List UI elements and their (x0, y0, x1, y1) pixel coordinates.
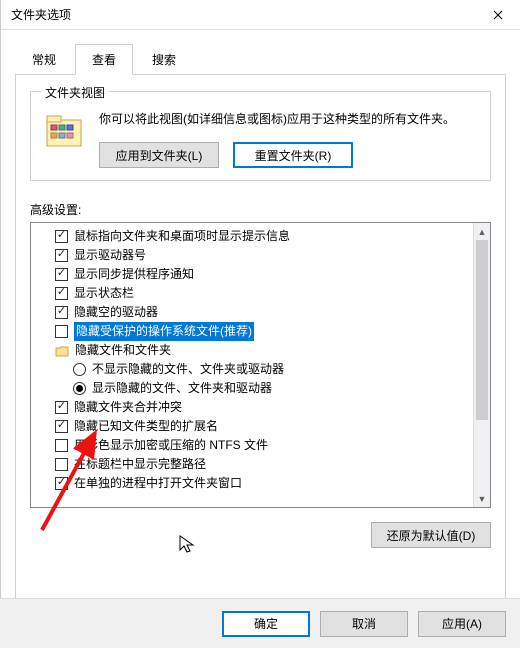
list-item[interactable]: 不显示隐藏的文件、文件夹或驱动器 (73, 360, 473, 379)
list-item-label: 用彩色显示加密或压缩的 NTFS 文件 (74, 436, 268, 455)
scroll-thumb[interactable] (476, 240, 488, 420)
list-item[interactable]: 隐藏文件夹合并冲突 (55, 398, 473, 417)
checkbox-icon[interactable] (55, 268, 68, 281)
list-item-label: 鼠标指向文件夹和桌面项时显示提示信息 (74, 227, 290, 246)
folder-views-text: 你可以将此视图(如详细信息或图标)应用于这种类型的所有文件夹。 (99, 110, 478, 128)
folder-icon (55, 344, 69, 358)
close-button[interactable] (475, 0, 520, 30)
checkbox-icon[interactable] (55, 420, 68, 433)
checkbox-icon[interactable] (55, 306, 68, 319)
list-item-label: 显示隐藏的文件、文件夹和驱动器 (92, 379, 272, 398)
radio-icon[interactable] (73, 382, 86, 395)
list-item[interactable]: 隐藏文件和文件夹 (55, 341, 473, 360)
cancel-button[interactable]: 取消 (320, 611, 408, 637)
scroll-up-button[interactable]: ▲ (474, 223, 490, 240)
checkbox-icon[interactable] (55, 249, 68, 262)
list-item[interactable]: 隐藏空的驱动器 (55, 303, 473, 322)
list-item-label: 在标题栏中显示完整路径 (74, 455, 206, 474)
list-item-label: 显示状态栏 (74, 284, 134, 303)
scroll-track[interactable] (474, 240, 490, 490)
advanced-settings-list[interactable]: 鼠标指向文件夹和桌面项时显示提示信息显示驱动器号显示同步提供程序通知显示状态栏隐… (30, 222, 491, 508)
list-item-label: 在单独的进程中打开文件夹窗口 (74, 474, 242, 493)
titlebar: 文件夹选项 (1, 0, 520, 30)
list-item[interactable]: 在单独的进程中打开文件夹窗口 (55, 474, 473, 493)
folder-views-icon (43, 110, 87, 154)
list-item[interactable]: 隐藏受保护的操作系统文件(推荐) (55, 322, 473, 341)
radio-icon[interactable] (73, 363, 86, 376)
apply-to-folders-button[interactable]: 应用到文件夹(L) (99, 142, 219, 168)
tab-strip: 常规 查看 搜索 (1, 30, 520, 75)
list-item[interactable]: 鼠标指向文件夹和桌面项时显示提示信息 (55, 227, 473, 246)
list-item[interactable]: 在标题栏中显示完整路径 (55, 455, 473, 474)
checkbox-icon[interactable] (55, 401, 68, 414)
checkbox-icon[interactable] (55, 287, 68, 300)
advanced-settings-label: 高级设置: (30, 201, 491, 218)
apply-button[interactable]: 应用(A) (418, 611, 506, 637)
list-item[interactable]: 显示隐藏的文件、文件夹和驱动器 (73, 379, 473, 398)
tab-search[interactable]: 搜索 (135, 44, 193, 75)
checkbox-icon[interactable] (55, 325, 68, 338)
tab-general[interactable]: 常规 (15, 44, 73, 75)
close-icon (493, 10, 503, 20)
dialog-button-bar: 确定 取消 应用(A) (0, 598, 520, 648)
list-item-label: 隐藏已知文件类型的扩展名 (74, 417, 218, 436)
checkbox-icon[interactable] (55, 230, 68, 243)
reset-folders-button[interactable]: 重置文件夹(R) (233, 142, 353, 168)
list-item[interactable]: 显示状态栏 (55, 284, 473, 303)
restore-defaults-button[interactable]: 还原为默认值(D) (371, 522, 491, 548)
list-item-label: 隐藏空的驱动器 (74, 303, 158, 322)
checkbox-icon[interactable] (55, 439, 68, 452)
view-tab-panel: 文件夹视图 你可以将此视图(如详细信息或图标)应用于这种类型的所有文件夹。 应用… (15, 74, 506, 612)
scroll-down-button[interactable]: ▼ (474, 490, 490, 507)
group-legend: 文件夹视图 (41, 84, 109, 101)
list-item-label: 隐藏文件夹合并冲突 (74, 398, 182, 417)
window-title: 文件夹选项 (11, 6, 71, 23)
list-item-label: 显示同步提供程序通知 (74, 265, 194, 284)
folder-options-dialog: 文件夹选项 常规 查看 搜索 文件夹视图 (0, 0, 520, 648)
checkbox-icon[interactable] (55, 477, 68, 490)
list-item[interactable]: 用彩色显示加密或压缩的 NTFS 文件 (55, 436, 473, 455)
list-item[interactable]: 隐藏已知文件类型的扩展名 (55, 417, 473, 436)
list-item-label: 显示驱动器号 (74, 246, 146, 265)
ok-button[interactable]: 确定 (222, 611, 310, 637)
list-item[interactable]: 显示同步提供程序通知 (55, 265, 473, 284)
scrollbar-vertical[interactable]: ▲ ▼ (473, 223, 490, 507)
list-item-label: 不显示隐藏的文件、文件夹或驱动器 (92, 360, 284, 379)
checkbox-icon[interactable] (55, 458, 68, 471)
tab-view[interactable]: 查看 (75, 44, 133, 75)
list-item-label: 隐藏受保护的操作系统文件(推荐) (74, 322, 254, 341)
list-item-label: 隐藏文件和文件夹 (75, 341, 171, 360)
list-item[interactable]: 显示驱动器号 (55, 246, 473, 265)
folder-views-group: 文件夹视图 你可以将此视图(如详细信息或图标)应用于这种类型的所有文件夹。 应用… (30, 91, 491, 181)
